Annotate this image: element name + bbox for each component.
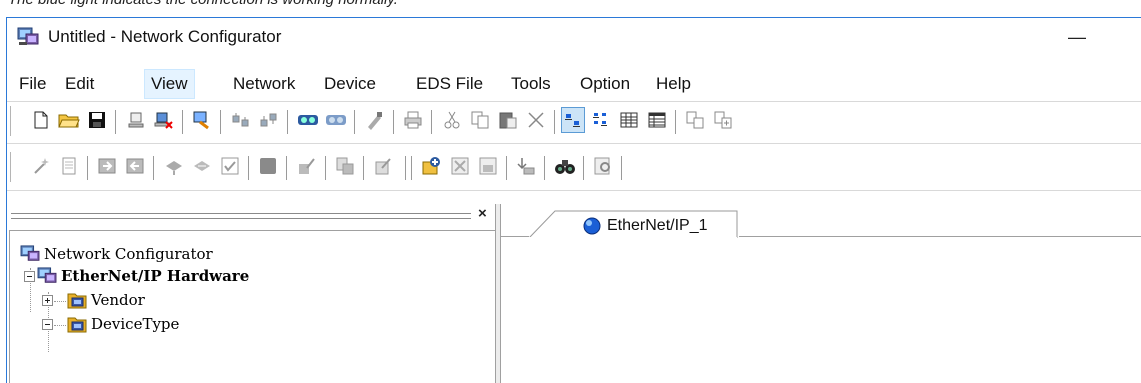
caption-text: The blue light indicates the connection … [8,0,398,9]
folder-icon [67,317,87,333]
copy-icon[interactable] [468,107,492,133]
delete-icon[interactable] [524,107,548,133]
report-icon[interactable] [57,153,81,179]
collapse-icon[interactable] [42,318,53,330]
network-tree-pane: × Network Configurator EtherNet/IP Hardw… [7,204,499,383]
list-view-icon[interactable] [617,107,641,133]
network-configurator-icon [20,245,40,261]
hardware-icon [37,267,57,283]
menu-eds-file[interactable]: EDS File [410,69,489,99]
download-icon[interactable] [257,107,281,133]
tree-item-label: Vendor [91,291,145,309]
menu-file[interactable]: File [13,69,52,99]
parameter-upload-icon[interactable] [95,153,119,179]
parameter-download-icon[interactable] [123,153,147,179]
open-folder-icon[interactable] [57,107,81,133]
folder-icon [67,293,87,309]
find-icon[interactable] [683,107,707,133]
toolbar-grip[interactable] [10,152,14,182]
check-icon[interactable] [218,153,242,179]
tab-label: EtherNet/IP_1 [607,217,708,234]
window-title: Untitled - Network Configurator [48,27,282,46]
menu-bar: File Edit View Network Device EDS File T… [7,69,1141,99]
pane-header: × [7,204,499,226]
print-icon[interactable] [401,107,425,133]
large-icon-view-icon[interactable] [561,107,585,133]
expand-icon[interactable] [42,294,53,306]
save-eds-icon[interactable] [476,153,500,179]
verify-icon[interactable] [363,107,387,133]
paste-icon[interactable] [496,107,520,133]
menu-network[interactable]: Network [227,69,301,99]
connection-status-icon [583,217,601,235]
menu-device[interactable]: Device [318,69,382,99]
disconnect-icon[interactable] [152,107,176,133]
secondary-toolbar [7,148,1141,186]
menu-edit[interactable]: Edit [59,69,100,99]
configure-icon[interactable] [372,153,396,179]
edit-parameter-icon[interactable] [295,153,319,179]
toolbar-divider [7,143,1141,144]
upload-icon[interactable] [229,107,253,133]
minimize-button[interactable]: — [1062,20,1092,54]
details-view-icon[interactable] [645,107,669,133]
network-configurator-icon [17,27,39,45]
delete-eds-icon[interactable] [448,153,472,179]
export-eds-icon[interactable] [514,153,538,179]
network-view-icon[interactable] [324,107,348,133]
tab-strip: EtherNet/IP_1 [501,204,1141,239]
app-window: Untitled - Network Configurator — File E… [6,17,1141,383]
tree-item-label: EtherNet/IP Hardware [61,267,250,285]
network-view-pane: EtherNet/IP_1 [501,204,1141,383]
menu-view[interactable]: View [144,69,195,99]
connect-icon[interactable] [124,107,148,133]
binoculars-icon[interactable] [553,153,577,179]
tree-item-device-type[interactable]: DeviceType [42,313,179,335]
tree-item-label: Network Configurator [44,245,213,263]
properties-icon[interactable] [591,153,615,179]
stop-icon[interactable] [256,153,280,179]
register-icon[interactable] [333,153,357,179]
new-file-icon[interactable] [29,107,53,133]
tree-view: Network Configurator EtherNet/IP Hardwar… [9,230,495,383]
tree-item-hardware[interactable]: EtherNet/IP Hardware [24,265,249,287]
tree-item-vendor[interactable]: Vendor [42,289,145,311]
menu-option[interactable]: Option [574,69,636,99]
install-eds-icon[interactable] [420,153,444,179]
tree-item-label: DeviceType [91,315,180,333]
diagnose-icon[interactable] [190,153,214,179]
replace-icon[interactable] [711,107,735,133]
online-icon[interactable] [190,107,214,133]
save-icon[interactable] [85,107,109,133]
pane-grip[interactable] [11,213,471,219]
menu-tools[interactable]: Tools [505,69,557,99]
wizard-icon[interactable] [29,153,53,179]
menu-help[interactable]: Help [650,69,697,99]
small-icon-view-icon[interactable] [589,107,613,133]
toolbar-divider [7,190,1141,191]
title-bar: Untitled - Network Configurator — [7,18,1141,57]
tab-ethernet-ip-1[interactable]: EtherNet/IP_1 [529,210,739,239]
main-toolbar [7,102,1141,140]
cut-icon[interactable] [440,107,464,133]
toolbar-grip[interactable] [10,106,14,136]
tree-item-root[interactable]: Network Configurator [20,243,213,265]
close-icon[interactable]: × [478,205,487,222]
monitor-icon[interactable] [162,153,186,179]
collapse-icon[interactable] [24,270,35,282]
network-scan-icon[interactable] [296,107,320,133]
